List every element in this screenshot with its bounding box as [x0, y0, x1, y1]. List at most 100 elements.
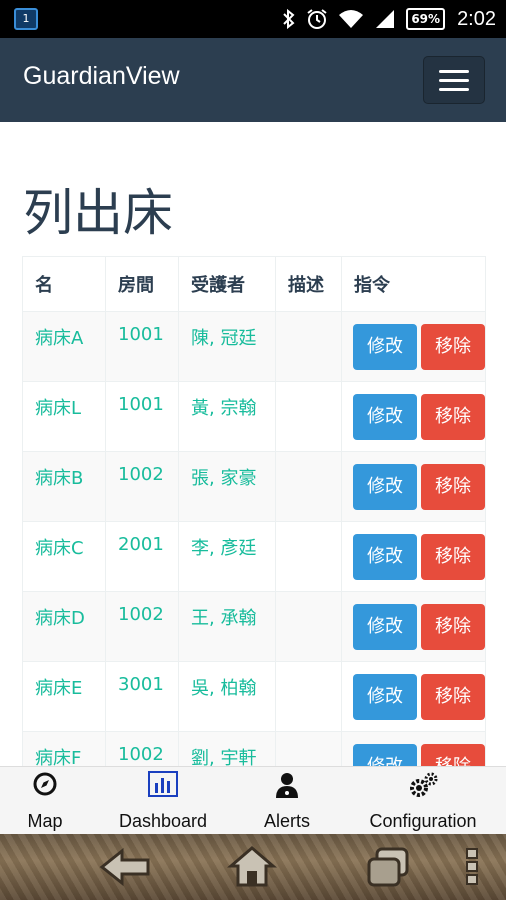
- description-cell: [275, 591, 342, 662]
- battery-indicator: 69%: [406, 8, 446, 30]
- command-cell: 修改移除: [341, 381, 486, 452]
- top-navbar: GuardianView: [0, 38, 506, 122]
- tab-label: Map: [27, 811, 63, 831]
- recent-apps-icon: [367, 847, 409, 887]
- signal-icon: [376, 10, 395, 28]
- room-link[interactable]: 1001: [105, 311, 179, 382]
- tab-label: Dashboard: [118, 811, 208, 831]
- patient-link[interactable]: 吳, 柏翰: [178, 661, 276, 732]
- recent-apps-button[interactable]: [358, 842, 418, 892]
- home-button[interactable]: [222, 842, 282, 892]
- table-header-row: 名 房間 受護者 描述 指令: [22, 256, 486, 312]
- tab-map[interactable]: Map: [5, 767, 85, 835]
- patient-link[interactable]: 王, 承翰: [178, 591, 276, 662]
- table-row: 病床D 1002 王, 承翰 修改 移除: [22, 591, 486, 662]
- bed-name-link[interactable]: 病床F: [22, 731, 106, 766]
- notification-icon: 1: [14, 8, 38, 30]
- command-cell: 修改移除: [341, 451, 486, 522]
- user-doctor-icon: [276, 773, 298, 798]
- description-cell: [275, 521, 342, 592]
- bar-chart-icon: [148, 771, 178, 797]
- notification-label: 1: [22, 12, 30, 25]
- room-link[interactable]: 1002: [105, 731, 179, 766]
- command-cell: 修改移除: [341, 591, 486, 662]
- bottom-navigation: Map Dashboard Alerts Configuration: [0, 766, 506, 834]
- edit-button[interactable]: 修改: [353, 534, 417, 580]
- command-cell: 修改移除: [341, 731, 486, 766]
- menu-toggle-button[interactable]: [423, 56, 485, 104]
- remove-button[interactable]: 移除: [421, 464, 485, 510]
- table-row: 病床C 2001 李, 彥廷 修改 移除: [22, 521, 486, 592]
- column-header-commands: 指令: [341, 256, 486, 312]
- room-link[interactable]: 1002: [105, 451, 179, 522]
- column-header-description: 描述: [275, 256, 342, 312]
- back-arrow-icon: [99, 847, 150, 887]
- description-cell: [275, 311, 342, 382]
- bed-name-link[interactable]: 病床D: [22, 591, 106, 662]
- table-row: 病床E 3001 吳, 柏翰 修改 移除: [22, 661, 486, 732]
- table-row: 病床B 1002 張, 家豪 修改 移除: [22, 451, 486, 522]
- column-header-patient: 受護者: [178, 256, 276, 312]
- patient-link[interactable]: 張, 家豪: [178, 451, 276, 522]
- tab-configuration[interactable]: Configuration: [358, 767, 488, 835]
- room-link[interactable]: 3001: [105, 661, 179, 732]
- tab-alerts[interactable]: Alerts: [250, 767, 324, 835]
- column-header-room: 房間: [105, 256, 179, 312]
- edit-button[interactable]: 修改: [353, 464, 417, 510]
- bluetooth-icon: [283, 8, 295, 30]
- home-icon: [227, 846, 277, 887]
- patient-link[interactable]: 黃, 宗翰: [178, 381, 276, 452]
- patient-link[interactable]: 劉, 宇軒: [178, 731, 276, 766]
- command-cell: 修改移除: [341, 661, 486, 732]
- tab-label: Configuration: [369, 811, 477, 831]
- room-link[interactable]: 1001: [105, 381, 179, 452]
- alarm-icon: [307, 9, 327, 29]
- room-link[interactable]: 1002: [105, 591, 179, 662]
- edit-button[interactable]: 修改: [353, 394, 417, 440]
- patient-link[interactable]: 李, 彥廷: [178, 521, 276, 592]
- edit-button[interactable]: 修改: [353, 324, 417, 370]
- remove-button[interactable]: 移除: [421, 534, 485, 580]
- description-cell: [275, 381, 342, 452]
- room-link[interactable]: 2001: [105, 521, 179, 592]
- bed-table-container: 名 房間 受護者 描述 指令 病床A 1001 陳, 冠廷 修改 移除 病床L 1…: [22, 256, 486, 766]
- command-cell: 修改移除: [341, 521, 486, 592]
- hamburger-icon-bar: [439, 78, 469, 82]
- description-cell: [275, 731, 342, 766]
- patient-link[interactable]: 陳, 冠廷: [178, 311, 276, 382]
- bed-name-link[interactable]: 病床B: [22, 451, 106, 522]
- tab-label: Alerts: [263, 811, 310, 831]
- gears-icon: [410, 772, 438, 797]
- system-navigation-bar: [0, 834, 506, 900]
- tab-dashboard[interactable]: Dashboard: [108, 767, 218, 835]
- overflow-menu-icon: [466, 848, 478, 885]
- remove-button[interactable]: 移除: [421, 744, 485, 766]
- bed-name-link[interactable]: 病床C: [22, 521, 106, 592]
- edit-button[interactable]: 修改: [353, 674, 417, 720]
- bed-table: 名 房間 受護者 描述 指令 病床A 1001 陳, 冠廷 修改 移除 病床L 1…: [22, 256, 486, 766]
- column-header-name: 名: [22, 256, 106, 312]
- edit-button[interactable]: 修改: [353, 744, 417, 766]
- table-row: 病床A 1001 陳, 冠廷 修改 移除: [22, 311, 486, 382]
- command-cell: 修改移除: [341, 311, 486, 382]
- back-button[interactable]: [95, 842, 155, 892]
- bed-name-link[interactable]: 病床A: [22, 311, 106, 382]
- description-cell: [275, 451, 342, 522]
- bed-name-link[interactable]: 病床E: [22, 661, 106, 732]
- hamburger-icon-bar: [439, 69, 469, 73]
- remove-button[interactable]: 移除: [421, 674, 485, 720]
- table-row: 病床L 1001 黃, 宗翰 修改 移除: [22, 381, 486, 452]
- brand-title[interactable]: GuardianView: [23, 62, 180, 91]
- clock: 2:02: [457, 7, 496, 30]
- edit-button[interactable]: 修改: [353, 604, 417, 650]
- menu-button[interactable]: [452, 842, 492, 892]
- wifi-icon: [339, 10, 364, 28]
- status-icons: 69% 2:02: [282, 0, 496, 38]
- bed-name-link[interactable]: 病床L: [22, 381, 106, 452]
- remove-button[interactable]: 移除: [421, 324, 485, 370]
- description-cell: [275, 661, 342, 732]
- page-title: 列出床: [23, 184, 173, 242]
- compass-icon: [33, 772, 57, 796]
- remove-button[interactable]: 移除: [421, 394, 485, 440]
- remove-button[interactable]: 移除: [421, 604, 485, 650]
